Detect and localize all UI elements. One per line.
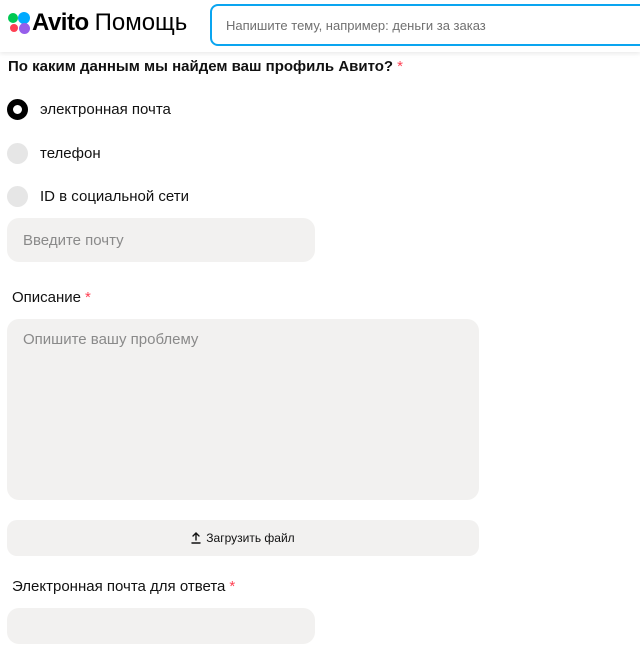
reply-email-label: Электронная почта для ответа * [12, 578, 235, 595]
logo-dot-red [10, 24, 18, 32]
radio-option-email[interactable]: электронная почта [7, 98, 171, 120]
radio-label-social-id: ID в социальной сети [40, 187, 189, 205]
radio-option-social-id[interactable]: ID в социальной сети [7, 185, 189, 207]
required-mark: * [85, 289, 91, 306]
avito-logo-icon [8, 12, 30, 34]
description-label: Описание * [12, 289, 91, 306]
reply-email-input[interactable] [7, 608, 315, 644]
upload-file-label: Загрузить файл [206, 531, 295, 545]
logo-dot-purple [19, 23, 30, 34]
logo-dot-green [8, 13, 18, 23]
reply-email-field [7, 608, 315, 644]
required-mark: * [397, 58, 403, 75]
profile-question-text: По каким данным мы найдем ваш профиль Ав… [8, 58, 394, 75]
logo-section-text: Помощь [94, 9, 188, 36]
search-input[interactable] [212, 6, 640, 44]
upload-file-button[interactable]: Загрузить файл [7, 520, 479, 556]
radio-label-email: электронная почта [40, 100, 171, 118]
description-label-text: Описание [12, 289, 82, 306]
profile-email-field [7, 218, 315, 262]
radio-option-phone[interactable]: телефон [7, 142, 101, 164]
profile-email-input[interactable] [7, 218, 315, 262]
radio-button[interactable] [7, 142, 28, 164]
logo-brand-text: Avito [32, 9, 89, 36]
reply-email-label-text: Электронная почта для ответа [12, 578, 226, 595]
radio-label-phone: телефон [40, 144, 101, 162]
avito-help-logo[interactable]: Avito Помощь [8, 9, 187, 37]
header-bar: Avito Помощь [0, 0, 640, 52]
radio-button-checked[interactable] [7, 98, 28, 120]
description-field [7, 319, 479, 500]
description-textarea[interactable] [7, 319, 479, 500]
upload-icon [191, 532, 201, 544]
search-box [210, 4, 640, 46]
radio-button[interactable] [7, 185, 28, 207]
profile-question-label: По каким данным мы найдем ваш профиль Ав… [8, 58, 403, 75]
required-mark: * [229, 578, 236, 595]
